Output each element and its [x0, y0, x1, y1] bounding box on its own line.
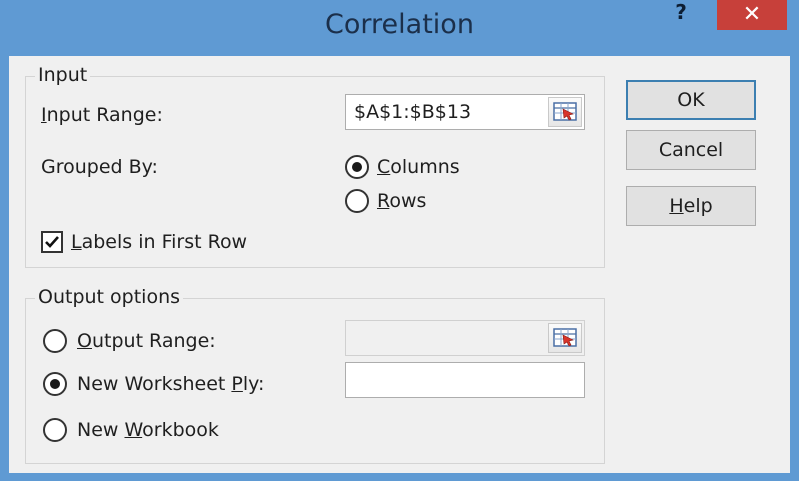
new-workbook-radio[interactable]: [43, 418, 67, 442]
dialog-body: Input Input Range: $A$1:$B$13 Grouped By…: [9, 56, 790, 473]
new-worksheet-ply-field[interactable]: [345, 362, 585, 398]
rows-label[interactable]: Rows: [377, 190, 426, 212]
new-worksheet-ply-radio[interactable]: [43, 372, 67, 396]
ok-button[interactable]: OK: [626, 80, 756, 120]
collapse-dialog-icon: [553, 102, 577, 121]
close-icon: ✕: [742, 2, 762, 27]
new-worksheet-ply-label[interactable]: New Worksheet Ply:: [77, 373, 264, 395]
input-group-title: Input: [35, 64, 91, 86]
close-button[interactable]: ✕: [717, 0, 787, 30]
rows-radio[interactable]: [345, 189, 369, 213]
cancel-button[interactable]: Cancel: [626, 130, 756, 170]
help-button[interactable]: Help: [626, 186, 756, 226]
checkmark-icon: [45, 236, 59, 248]
title-bar[interactable]: Correlation ? ✕: [0, 0, 799, 56]
output-range-label[interactable]: Output Range:: [77, 330, 216, 352]
new-workbook-label[interactable]: New Workbook: [77, 419, 219, 441]
input-range-label: Input Range:: [41, 104, 163, 126]
output-range-radio[interactable]: [43, 329, 67, 353]
correlation-dialog: Correlation ? ✕ Input Input Range: $A$1:…: [0, 0, 799, 481]
labels-first-row-label[interactable]: Labels in First Row: [71, 231, 247, 253]
output-range-field[interactable]: [345, 320, 585, 356]
columns-label[interactable]: Columns: [377, 156, 460, 178]
input-range-field[interactable]: $A$1:$B$13: [345, 94, 585, 130]
grouped-by-label: Grouped By:: [41, 156, 158, 178]
collapse-dialog-icon: [553, 328, 577, 347]
output-options-title: Output options: [35, 286, 184, 308]
labels-first-row-checkbox[interactable]: [41, 231, 63, 253]
help-icon[interactable]: ?: [668, 0, 694, 28]
input-range-value: $A$1:$B$13: [354, 101, 472, 123]
input-range-collapse-button[interactable]: [548, 97, 582, 127]
output-range-collapse-button[interactable]: [548, 323, 582, 353]
columns-radio[interactable]: [345, 155, 369, 179]
